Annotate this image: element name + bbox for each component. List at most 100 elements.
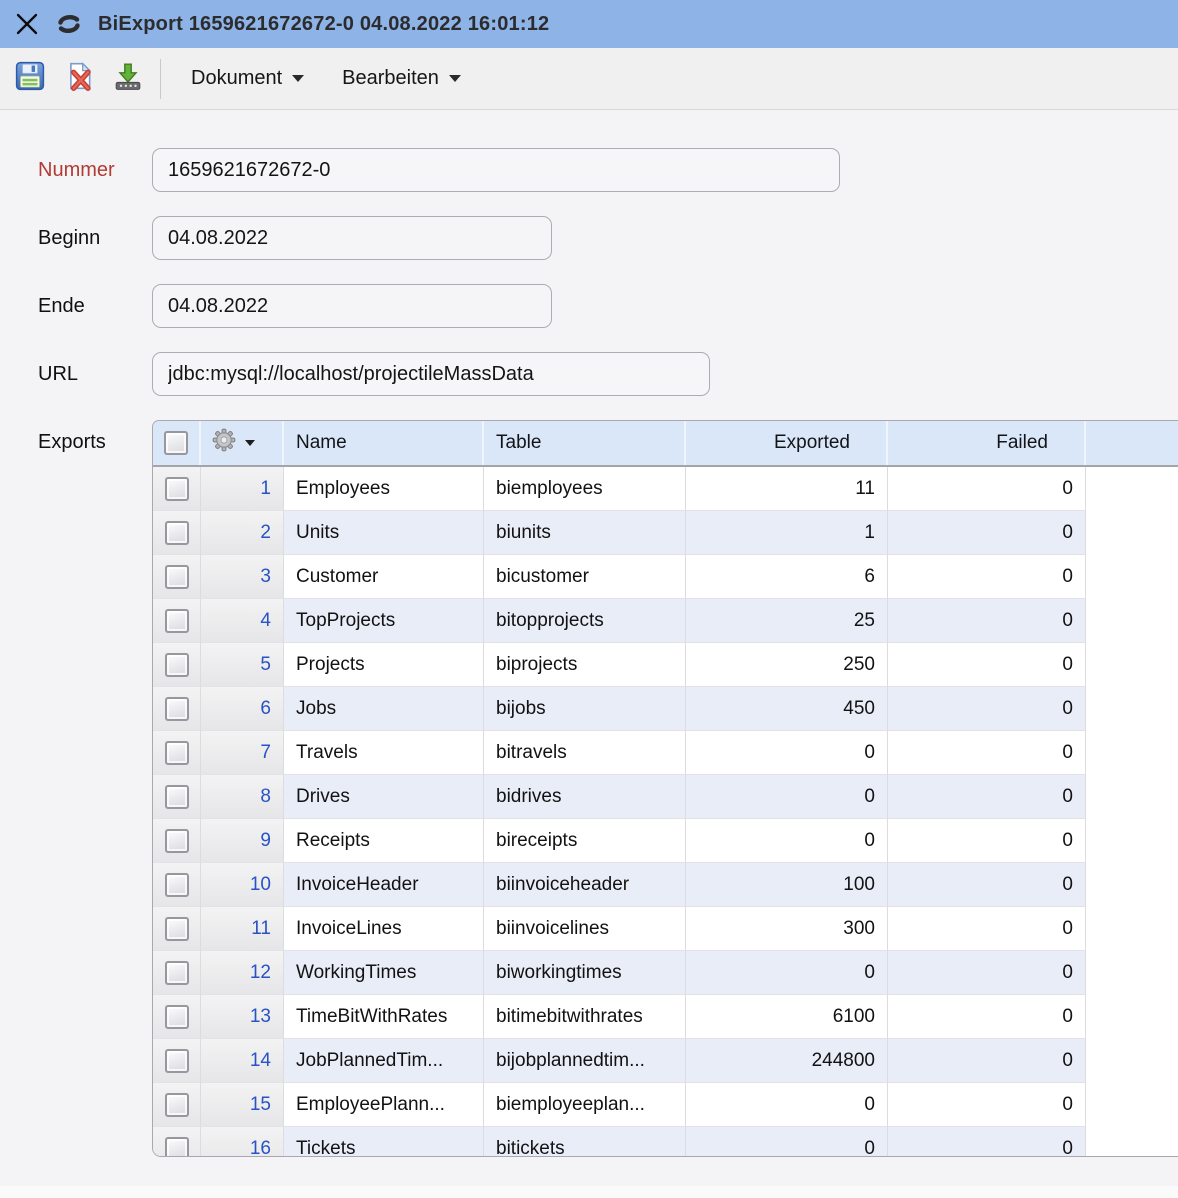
save-button[interactable] xyxy=(14,63,46,95)
row-exported: 1 xyxy=(686,511,888,555)
row-checkbox[interactable] xyxy=(165,653,189,677)
row-failed: 0 xyxy=(888,951,1086,995)
table-row[interactable]: 1Employeesbiemployees110 xyxy=(153,467,1178,511)
row-exported: 300 xyxy=(686,907,888,951)
row-checkbox-cell xyxy=(153,643,201,687)
row-failed: 0 xyxy=(888,467,1086,511)
row-failed: 0 xyxy=(888,1083,1086,1127)
row-checkbox[interactable] xyxy=(165,477,189,501)
export-button[interactable] xyxy=(112,63,144,95)
header-name[interactable]: Name xyxy=(284,421,484,465)
row-checkbox[interactable] xyxy=(165,917,189,941)
row-checkbox[interactable] xyxy=(165,961,189,985)
row-checkbox[interactable] xyxy=(165,829,189,853)
table-header-row: Name Table Exported Failed xyxy=(153,421,1178,467)
table-body: 1Employeesbiemployees1102Unitsbiunits103… xyxy=(153,467,1178,1157)
ende-time-field[interactable] xyxy=(416,285,552,327)
row-number: 15 xyxy=(201,1083,284,1127)
row-number: 3 xyxy=(201,555,284,599)
menu-dokument[interactable]: Dokument xyxy=(183,61,312,96)
nummer-label: Nummer xyxy=(38,148,115,192)
row-checkbox[interactable] xyxy=(165,697,189,721)
row-checkbox[interactable] xyxy=(165,741,189,765)
row-failed: 0 xyxy=(888,775,1086,819)
menu-bearbeiten[interactable]: Bearbeiten xyxy=(334,61,469,96)
table-row[interactable]: 2Unitsbiunits10 xyxy=(153,511,1178,555)
row-name: Employees xyxy=(284,467,484,511)
row-checkbox-cell xyxy=(153,555,201,599)
delete-button[interactable] xyxy=(64,63,96,95)
row-table: bidrives xyxy=(484,775,686,819)
row-exported: 25 xyxy=(686,599,888,643)
table-row[interactable]: 11InvoiceLinesbiinvoicelines3000 xyxy=(153,907,1178,951)
row-name: EmployeePlann... xyxy=(284,1083,484,1127)
row-filler xyxy=(1086,1039,1178,1083)
header-tools-cell[interactable] xyxy=(201,421,284,465)
table-row[interactable]: 8Drivesbidrives00 xyxy=(153,775,1178,819)
row-exported: 11 xyxy=(686,467,888,511)
header-exported[interactable]: Exported xyxy=(686,421,888,465)
beginn-label: Beginn xyxy=(38,216,100,260)
row-checkbox-cell xyxy=(153,995,201,1039)
table-row[interactable]: 13TimeBitWithRatesbitimebitwithrates6100… xyxy=(153,995,1178,1039)
row-checkbox-cell xyxy=(153,819,201,863)
row-checkbox[interactable] xyxy=(165,1093,189,1117)
delete-document-icon xyxy=(65,61,95,96)
select-all-checkbox[interactable] xyxy=(164,431,188,455)
chevron-down-icon xyxy=(245,440,255,446)
row-checkbox[interactable] xyxy=(165,1005,189,1029)
row-failed: 0 xyxy=(888,687,1086,731)
save-icon xyxy=(15,61,45,96)
table-row[interactable]: 12WorkingTimesbiworkingtimes00 xyxy=(153,951,1178,995)
table-row[interactable]: 3Customerbicustomer60 xyxy=(153,555,1178,599)
row-table: biinvoiceheader xyxy=(484,863,686,907)
table-row[interactable]: 14JobPlannedTim...bijobplannedtim...2448… xyxy=(153,1039,1178,1083)
table-row[interactable]: 6Jobsbijobs4500 xyxy=(153,687,1178,731)
table-row[interactable]: 9Receiptsbireceipts00 xyxy=(153,819,1178,863)
biexport-window: BiExport 1659621672672-0 04.08.2022 16:0… xyxy=(0,0,1178,1198)
row-number: 11 xyxy=(201,907,284,951)
row-filler xyxy=(1086,819,1178,863)
close-icon[interactable] xyxy=(12,9,42,39)
row-table: biprojects xyxy=(484,643,686,687)
row-number: 12 xyxy=(201,951,284,995)
row-checkbox[interactable] xyxy=(165,521,189,545)
header-table[interactable]: Table xyxy=(484,421,686,465)
beginn-date-field[interactable] xyxy=(153,217,416,259)
row-table: biworkingtimes xyxy=(484,951,686,995)
row-exported: 6 xyxy=(686,555,888,599)
row-checkbox-cell xyxy=(153,511,201,555)
row-failed: 0 xyxy=(888,1127,1086,1157)
row-checkbox[interactable] xyxy=(165,609,189,633)
ende-date-field[interactable] xyxy=(153,285,416,327)
table-row[interactable]: 15EmployeePlann...biemployeeplan...00 xyxy=(153,1083,1178,1127)
row-filler xyxy=(1086,687,1178,731)
row-number: 7 xyxy=(201,731,284,775)
row-exported: 250 xyxy=(686,643,888,687)
table-row[interactable]: 7Travelsbitravels00 xyxy=(153,731,1178,775)
row-number: 1 xyxy=(201,467,284,511)
row-name: Jobs xyxy=(284,687,484,731)
beginn-time-field[interactable] xyxy=(416,217,552,259)
row-checkbox[interactable] xyxy=(165,1137,189,1158)
row-checkbox[interactable] xyxy=(165,1049,189,1073)
header-filler xyxy=(1086,421,1178,465)
table-row[interactable]: 16Ticketsbitickets00 xyxy=(153,1127,1178,1157)
row-name: Receipts xyxy=(284,819,484,863)
table-row[interactable]: 5Projectsbiprojects2500 xyxy=(153,643,1178,687)
row-checkbox-cell xyxy=(153,687,201,731)
row-table: bicustomer xyxy=(484,555,686,599)
row-checkbox-cell xyxy=(153,1083,201,1127)
row-failed: 0 xyxy=(888,643,1086,687)
header-failed[interactable]: Failed xyxy=(888,421,1086,465)
table-row[interactable]: 10InvoiceHeaderbiinvoiceheader1000 xyxy=(153,863,1178,907)
row-name: InvoiceLines xyxy=(284,907,484,951)
nummer-field[interactable] xyxy=(152,148,840,192)
row-filler xyxy=(1086,467,1178,511)
row-checkbox[interactable] xyxy=(165,785,189,809)
table-row[interactable]: 4TopProjectsbitopprojects250 xyxy=(153,599,1178,643)
url-field[interactable] xyxy=(152,352,710,396)
row-checkbox[interactable] xyxy=(165,565,189,589)
row-number: 4 xyxy=(201,599,284,643)
row-checkbox[interactable] xyxy=(165,873,189,897)
